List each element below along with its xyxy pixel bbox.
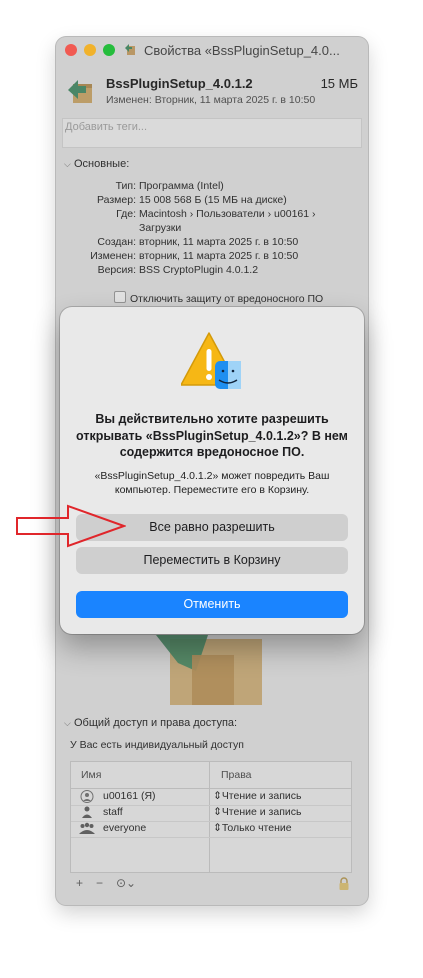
malware-alert-dialog: Вы действительно хотите разрешить открыв… bbox=[60, 307, 364, 634]
warning-finder-icon bbox=[181, 332, 241, 389]
alert-message: «BssPluginSetup_4.0.1.2» может повредить… bbox=[94, 470, 330, 496]
annotation-arrow bbox=[16, 504, 126, 548]
move-to-trash-button[interactable]: Переместить в Корзину bbox=[76, 547, 348, 574]
alert-title: Вы действительно хотите разрешить открыв… bbox=[76, 412, 348, 459]
cancel-button[interactable]: Отменить bbox=[76, 591, 348, 618]
